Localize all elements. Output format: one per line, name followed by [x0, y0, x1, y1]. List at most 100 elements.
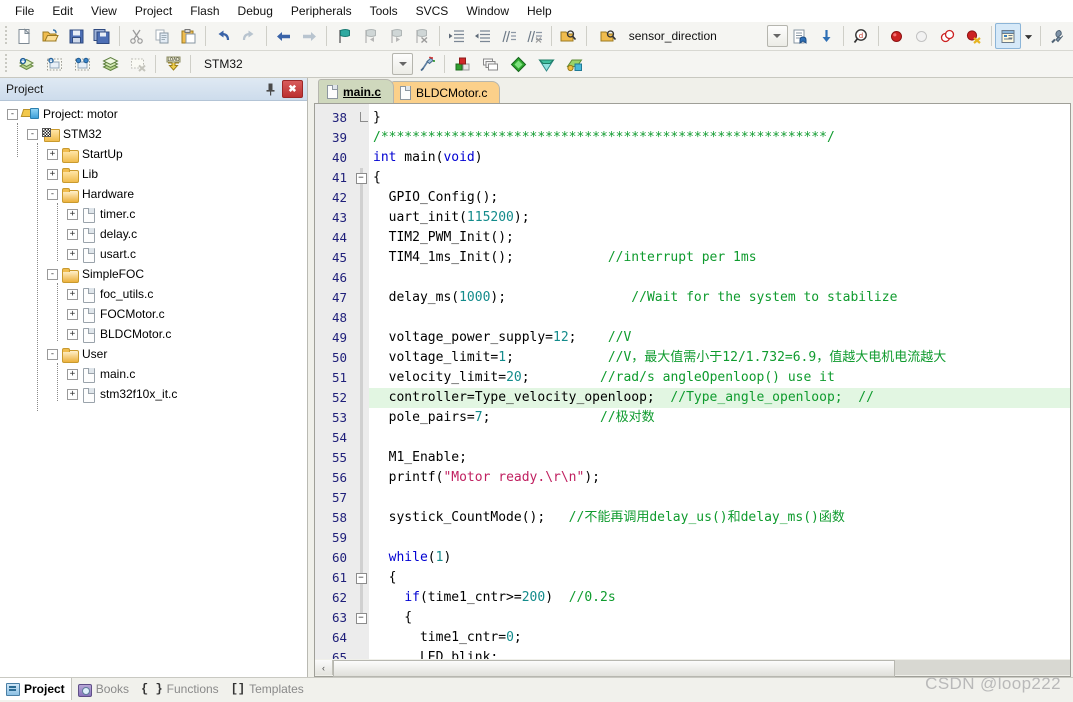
tree-node-simplefoc[interactable]: - SimpleFOC: [0, 264, 307, 284]
tree-node-project-motor[interactable]: - Project: motor: [0, 104, 307, 124]
tree-expander-collapse[interactable]: -: [47, 268, 58, 280]
code-line[interactable]: [369, 308, 1070, 328]
menu-item-edit[interactable]: Edit: [43, 2, 82, 20]
horizontal-scrollbar[interactable]: ‹: [314, 659, 1071, 677]
panel-tab-books[interactable]: Books: [72, 678, 135, 700]
tree-expander-collapse[interactable]: -: [47, 348, 58, 360]
code-line[interactable]: voltage_power_supply=12; //V: [369, 328, 1070, 348]
tree-expander-expand[interactable]: +: [67, 368, 78, 380]
panel-tab-project[interactable]: Project: [0, 678, 72, 700]
comment-icon[interactable]: [495, 23, 521, 49]
tree-node-foc-utils-c[interactable]: + foc_utils.c: [0, 284, 307, 304]
open-file-icon[interactable]: [37, 23, 63, 49]
code-line[interactable]: [369, 488, 1070, 508]
code-line[interactable]: LED_blink;: [369, 648, 1070, 659]
breakpoint-disable-icon[interactable]: [909, 23, 935, 49]
code-line[interactable]: {: [369, 608, 1070, 628]
build-icon[interactable]: [40, 51, 68, 77]
menu-item-svcs[interactable]: SVCS: [407, 2, 458, 20]
target-combo[interactable]: STM32: [198, 53, 413, 75]
tree-expander-expand[interactable]: +: [67, 388, 78, 400]
code-line[interactable]: if(time1_cntr>=200) //0.2s: [369, 588, 1070, 608]
bookmark-list-icon[interactable]: [788, 23, 814, 49]
tab-main-c[interactable]: main.c: [318, 79, 395, 103]
utilities-icon[interactable]: [1045, 23, 1071, 49]
fold-marker[interactable]: −: [353, 168, 369, 188]
tree-node-lib[interactable]: + Lib: [0, 164, 307, 184]
code-line[interactable]: voltage_limit=1; //V，最大值需小于12/1.732=6.9，…: [369, 348, 1070, 368]
menu-item-peripherals[interactable]: Peripherals: [282, 2, 361, 20]
tree-node-bldcmotor-c[interactable]: + BLDCMotor.c: [0, 324, 307, 344]
window-layout-icon[interactable]: [995, 23, 1022, 49]
tree-node-startup[interactable]: + StartUp: [0, 144, 307, 164]
rebuild-icon[interactable]: [68, 51, 96, 77]
code-line[interactable]: controller=Type_velocity_openloop; //Typ…: [369, 388, 1070, 408]
close-icon[interactable]: ✖: [282, 80, 303, 98]
tab-bldcmotor-c[interactable]: BLDCMotor.c: [391, 81, 501, 103]
fold-collapse-box[interactable]: −: [355, 572, 367, 584]
fold-collapse-box[interactable]: −: [355, 612, 367, 624]
target-dropdown-arrow[interactable]: [392, 53, 413, 75]
code-editor[interactable]: 38 39 40 41 42 43 44 45 46 47 48 49 50 51 52 53 54 55 56 57…: [314, 103, 1071, 659]
code-line[interactable]: {: [369, 568, 1070, 588]
code-line[interactable]: [369, 428, 1070, 448]
code-line[interactable]: delay_ms(1000); //Wait for the system to…: [369, 288, 1070, 308]
scroll-left-arrow[interactable]: ‹: [315, 660, 333, 675]
menu-item-view[interactable]: View: [82, 2, 126, 20]
menu-item-flash[interactable]: Flash: [181, 2, 228, 20]
fold-marker[interactable]: −: [353, 568, 369, 588]
tree-expander-collapse[interactable]: -: [27, 128, 38, 140]
indent-icon[interactable]: [444, 23, 470, 49]
bookmark-clear-icon[interactable]: [409, 23, 435, 49]
outdent-icon[interactable]: [470, 23, 496, 49]
tree-expander-collapse[interactable]: -: [47, 188, 58, 200]
tree-node-delay-c[interactable]: + delay.c: [0, 224, 307, 244]
toolbar-grip[interactable]: [3, 26, 10, 46]
menu-item-debug[interactable]: Debug: [229, 2, 282, 20]
panel-tab-templates[interactable]: [] Templates: [225, 678, 310, 700]
find-folder-icon[interactable]: [595, 23, 623, 49]
tree-node-focmotor-c[interactable]: + FOCMotor.c: [0, 304, 307, 324]
code-line[interactable]: GPIO_Config();: [369, 188, 1070, 208]
bookmark-toggle-icon[interactable]: [331, 23, 357, 49]
menu-item-file[interactable]: File: [6, 2, 43, 20]
code-line[interactable]: while(1): [369, 548, 1070, 568]
copy-icon[interactable]: [150, 23, 176, 49]
window-layout-dropdown-arrow[interactable]: [1021, 23, 1036, 49]
menu-item-tools[interactable]: Tools: [361, 2, 407, 20]
fold-column[interactable]: −−−−: [353, 104, 369, 659]
breakpoint-disable-all-icon[interactable]: [935, 23, 961, 49]
bookmark-next-icon[interactable]: [383, 23, 409, 49]
new-file-icon[interactable]: [11, 23, 37, 49]
scroll-track[interactable]: [333, 660, 1070, 677]
tree-expander-expand[interactable]: +: [67, 248, 78, 260]
download-icon[interactable]: LOAD: [159, 51, 187, 77]
search-dropdown-arrow[interactable]: [766, 25, 788, 47]
code-line[interactable]: int main(void): [369, 148, 1070, 168]
code-line[interactable]: velocity_limit=20; //rad/s angleOpenloop…: [369, 368, 1070, 388]
stop-build-icon[interactable]: [124, 51, 152, 77]
project-tree[interactable]: - Project: motor - STM32 + StartUp + Lib…: [0, 101, 307, 677]
pin-icon[interactable]: [262, 81, 279, 98]
save-icon[interactable]: [63, 23, 89, 49]
bookmark-prev-icon[interactable]: [357, 23, 383, 49]
save-all-icon[interactable]: [89, 23, 115, 49]
tree-expander-expand[interactable]: +: [67, 308, 78, 320]
cut-icon[interactable]: [124, 23, 150, 49]
code-line[interactable]: [369, 528, 1070, 548]
code-lines[interactable]: } /**************************************…: [369, 104, 1070, 659]
batch-build-icon[interactable]: [96, 51, 124, 77]
code-line[interactable]: pole_pairs=7; //极对数: [369, 408, 1070, 428]
tree-expander-expand[interactable]: +: [67, 328, 78, 340]
code-line[interactable]: /***************************************…: [369, 128, 1070, 148]
code-line[interactable]: systick_CountMode(); //不能再调用delay_us()和d…: [369, 508, 1070, 528]
manage-components-icon[interactable]: [448, 51, 476, 77]
paste-icon[interactable]: [175, 23, 201, 49]
target-options-icon[interactable]: [413, 51, 441, 77]
manage-run-env-icon[interactable]: [560, 51, 588, 77]
tree-expander-expand[interactable]: +: [67, 208, 78, 220]
find-next-icon[interactable]: [814, 23, 840, 49]
search-input[interactable]: sensor_direction: [623, 29, 767, 43]
tree-node-hardware[interactable]: - Hardware: [0, 184, 307, 204]
menu-item-window[interactable]: Window: [457, 2, 518, 20]
